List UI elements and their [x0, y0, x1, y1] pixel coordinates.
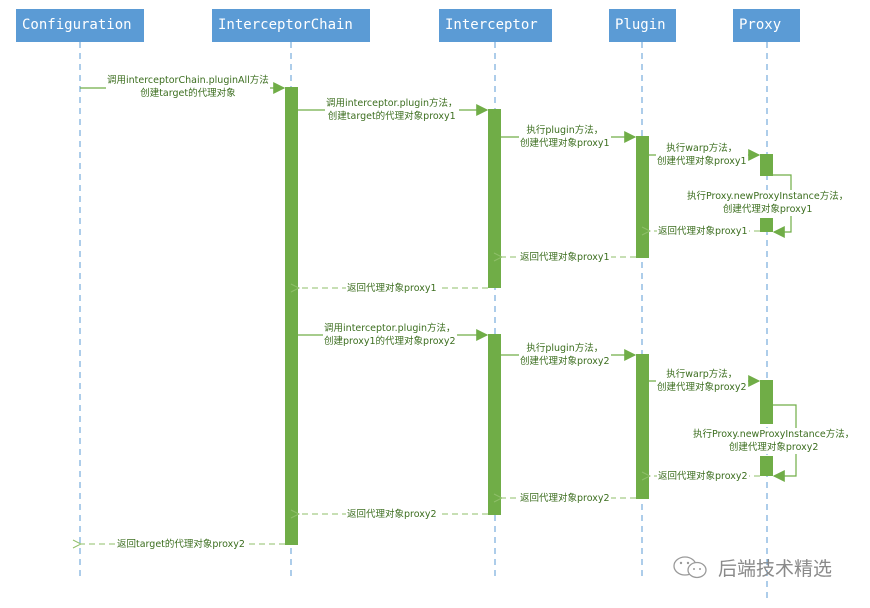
return-3-label: 返回代理对象proxy1 [346, 282, 438, 295]
return-2-label: 返回代理对象proxy1 [519, 251, 611, 264]
activation-proxy-1b [760, 218, 773, 232]
msg-1-label: 调用interceptorChain.pluginAll方法 创建target的… [106, 74, 270, 100]
msg-3-line-1: 执行plugin方法， [526, 125, 604, 136]
msg-9-line-1: 执行Proxy.newProxyInstance方法， [693, 429, 855, 440]
activation-chain [285, 87, 298, 545]
activation-interceptor-1 [488, 109, 501, 288]
msg-8-line-1: 执行warp方法， [666, 369, 738, 380]
activation-proxy-1a [760, 154, 773, 176]
msg-7-line-2: 创建代理对象proxy2 [520, 356, 610, 367]
msg-6-line-2: 创建proxy1的代理对象proxy2 [324, 336, 456, 347]
msg-8-line-2: 创建代理对象proxy2 [657, 382, 747, 393]
msg-3-line-2: 创建代理对象proxy1 [520, 138, 610, 149]
activation-plugin-1 [636, 136, 649, 258]
msg-9-label: 执行Proxy.newProxyInstance方法， 创建代理对象proxy2 [692, 428, 856, 454]
return-4-label: 返回代理对象proxy2 [657, 470, 749, 483]
msg-3-label: 执行plugin方法， 创建代理对象proxy1 [519, 124, 611, 150]
msg-2-label: 调用interceptor.plugin方法， 创建target的代理对象pro… [325, 97, 459, 123]
return-6-label: 返回代理对象proxy2 [346, 508, 438, 521]
msg-1-line-2: 创建target的代理对象 [140, 88, 236, 99]
watermark: 后端技术精选 [672, 554, 832, 581]
activation-interceptor-2 [488, 334, 501, 515]
return-5-label: 返回代理对象proxy2 [519, 492, 611, 505]
msg-7-label: 执行plugin方法， 创建代理对象proxy2 [519, 342, 611, 368]
activation-proxy-2b [760, 456, 773, 476]
msg-4-line-2: 创建代理对象proxy1 [657, 156, 747, 167]
watermark-text: 后端技术精选 [718, 558, 833, 580]
activation-proxy-2a [760, 380, 773, 424]
msg-5-line-2: 创建代理对象proxy1 [722, 204, 813, 215]
msg-6-line-1: 调用interceptor.plugin方法， [324, 323, 456, 334]
msg-4-line-1: 执行warp方法， [666, 143, 738, 154]
msg-9-line-2: 创建代理对象proxy2 [728, 442, 819, 453]
wechat-icon [673, 555, 707, 578]
return-7-label: 返回target的代理对象proxy2 [116, 538, 246, 551]
msg-8-label: 执行warp方法， 创建代理对象proxy2 [656, 368, 748, 394]
msg-4-label: 执行warp方法， 创建代理对象proxy1 [656, 142, 748, 168]
msg-2-line-2: 创建target的代理对象proxy1 [327, 111, 456, 122]
msg-1-line-1: 调用interceptorChain.pluginAll方法 [107, 75, 269, 86]
activation-plugin-2 [636, 354, 649, 499]
return-1-label: 返回代理对象proxy1 [657, 225, 749, 238]
msg-5-line-1: 执行Proxy.newProxyInstance方法， [687, 191, 849, 202]
msg-7-line-1: 执行plugin方法， [526, 343, 604, 354]
msg-6-label: 调用interceptor.plugin方法， 创建proxy1的代理对象pro… [323, 322, 457, 348]
msg-5-label: 执行Proxy.newProxyInstance方法， 创建代理对象proxy1 [686, 190, 850, 216]
msg-2-line-1: 调用interceptor.plugin方法， [326, 98, 458, 109]
